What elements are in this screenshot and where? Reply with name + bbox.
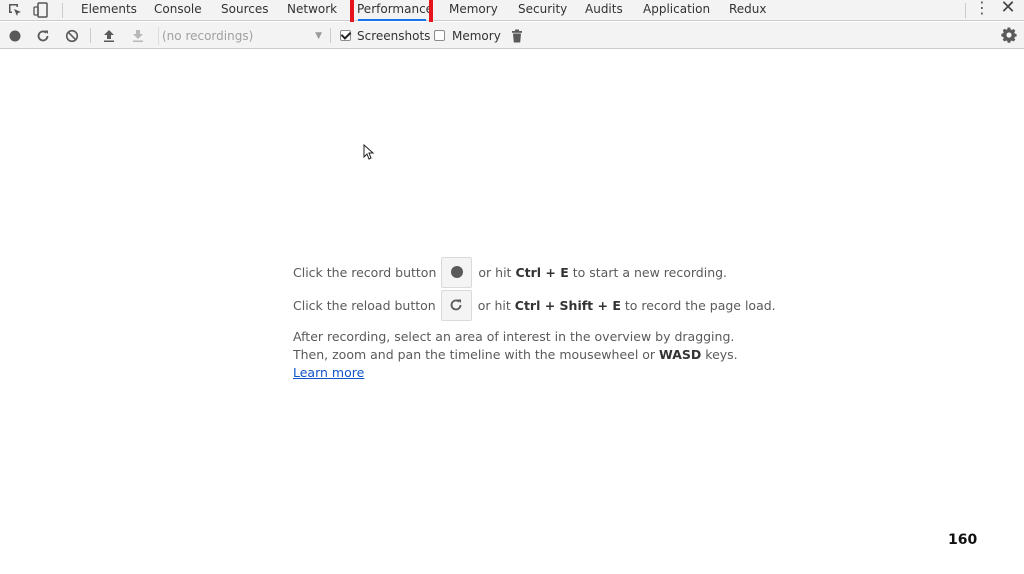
learn-more-link[interactable]: Learn more [293, 365, 364, 380]
slide-page-number: 160 [948, 532, 978, 548]
close-icon[interactable]: ✕ [998, 0, 1018, 18]
record-icon [9, 30, 21, 42]
help-line-2-pre: Then, zoom and pan the timeline with the… [293, 347, 660, 362]
toolbar-separator [330, 28, 331, 43]
reload-shortcut: Ctrl + Shift + E [514, 297, 621, 313]
inline-record-button[interactable] [441, 256, 473, 288]
tab-memory[interactable]: Memory [449, 0, 498, 21]
tab-redux[interactable]: Redux [729, 0, 767, 21]
reload-hint-post: to record the page load. [624, 297, 776, 313]
tab-audits[interactable]: Audits [585, 0, 623, 21]
recording-help-paragraph: After recording, select an area of inter… [293, 328, 738, 382]
tab-application[interactable]: Application [643, 0, 710, 21]
record-button[interactable] [6, 27, 24, 45]
reload-instruction-text: Click the reload button [293, 297, 436, 313]
tab-bar-separator [62, 3, 63, 18]
inspect-element-icon[interactable] [5, 1, 25, 19]
chevron-down-icon: ▼ [315, 31, 322, 41]
download-icon [133, 30, 143, 42]
help-line-2-post: keys. [701, 347, 738, 362]
reload-hint-pre: or hit [477, 297, 511, 313]
record-hint-pre: or hit [478, 264, 512, 280]
inline-reload-button[interactable] [440, 289, 472, 321]
load-profile-button[interactable] [100, 27, 118, 45]
tab-security[interactable]: Security [518, 0, 567, 21]
recordings-dropdown-value: (no recordings) [162, 29, 254, 43]
record-shortcut: Ctrl + E [515, 264, 569, 280]
tab-network[interactable]: Network [287, 0, 337, 21]
tab-bar-separator [965, 3, 966, 18]
memory-checkbox[interactable] [434, 30, 445, 41]
clear-button[interactable] [63, 27, 81, 45]
more-options-icon[interactable]: ⋮ [974, 0, 990, 18]
help-line-1: After recording, select an area of inter… [293, 329, 735, 344]
recordings-dropdown[interactable]: (no recordings) ▼ [158, 27, 326, 45]
upload-icon [104, 30, 114, 42]
record-instruction-text: Click the record button [293, 264, 437, 280]
reload-record-button[interactable] [34, 27, 52, 45]
devtools-tab-bar: Elements Console Sources Network Perform… [0, 0, 1024, 30]
reload-icon [37, 30, 49, 42]
screenshots-checkbox[interactable] [340, 30, 351, 41]
save-profile-button[interactable] [129, 27, 147, 45]
settings-gear-icon[interactable] [1000, 26, 1020, 46]
reload-icon [450, 299, 462, 311]
memory-label[interactable]: Memory [452, 27, 501, 45]
screenshots-label[interactable]: Screenshots [357, 27, 430, 45]
wasd-keys: WASD [659, 347, 702, 362]
record-hint-post: to start a new recording. [572, 264, 728, 280]
tab-sources[interactable]: Sources [221, 0, 268, 21]
clear-icon [65, 29, 79, 43]
help-line-2: Then, zoom and pan the timeline with the… [293, 346, 738, 364]
reload-instruction: Click the reload button or hit Ctrl + Sh… [293, 289, 776, 321]
mouse-cursor-icon [363, 144, 375, 160]
record-instruction: Click the record button or hit Ctrl + E … [293, 256, 727, 288]
toolbar-separator [90, 28, 91, 43]
tab-elements[interactable]: Elements [81, 0, 137, 21]
collect-garbage-button[interactable] [508, 27, 526, 45]
trash-icon [512, 29, 522, 43]
device-toolbar-icon[interactable] [31, 1, 51, 19]
tab-console[interactable]: Console [154, 0, 202, 21]
record-icon [450, 266, 463, 278]
performance-toolbar: (no recordings) ▼ Screenshots Memory [0, 22, 1024, 49]
